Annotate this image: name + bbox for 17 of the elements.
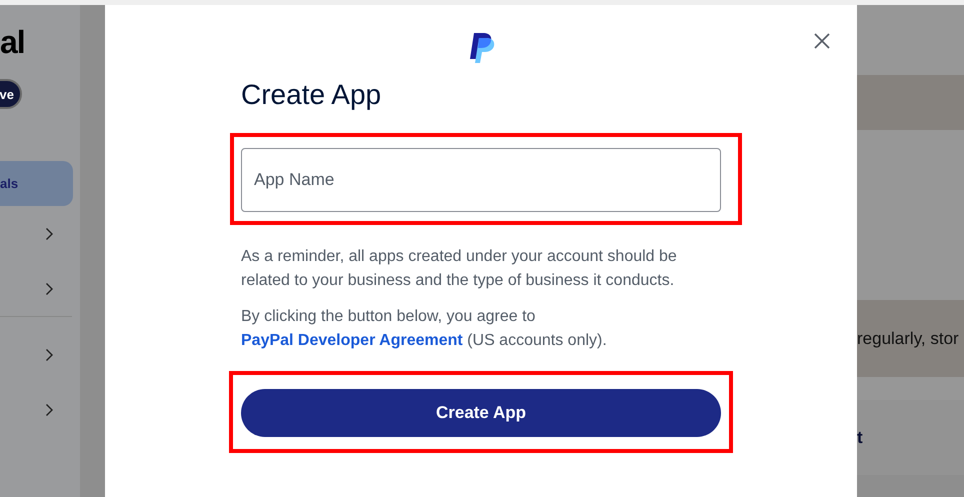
- chevron-right-icon[interactable]: [45, 226, 54, 240]
- status-badge: ve: [0, 79, 22, 109]
- create-app-button[interactable]: Create App: [241, 389, 721, 437]
- logo-text: al: [0, 25, 26, 59]
- agreement-text: By clicking the button below, you agree to PayPal Developer Agreement (US accounts only).: [241, 307, 608, 351]
- dialog-title: Create App: [241, 78, 382, 112]
- chevron-right-icon[interactable]: [45, 348, 54, 362]
- close-button[interactable]: [814, 33, 830, 49]
- chevron-right-icon[interactable]: [45, 402, 54, 416]
- agreement-link[interactable]: PayPal Developer Agreement: [241, 332, 463, 349]
- app-name-field[interactable]: App Name: [241, 148, 721, 212]
- chevron-right-icon[interactable]: [45, 282, 54, 296]
- body-text: regularly, stor: [857, 328, 959, 348]
- card-heading: t: [857, 428, 863, 448]
- reminder-text: As a reminder, all apps created under your account should be related to your business and the type of business it conducts.: [241, 247, 677, 291]
- logo-icon: [470, 31, 496, 63]
- nav-item[interactable]: als: [0, 161, 73, 206]
